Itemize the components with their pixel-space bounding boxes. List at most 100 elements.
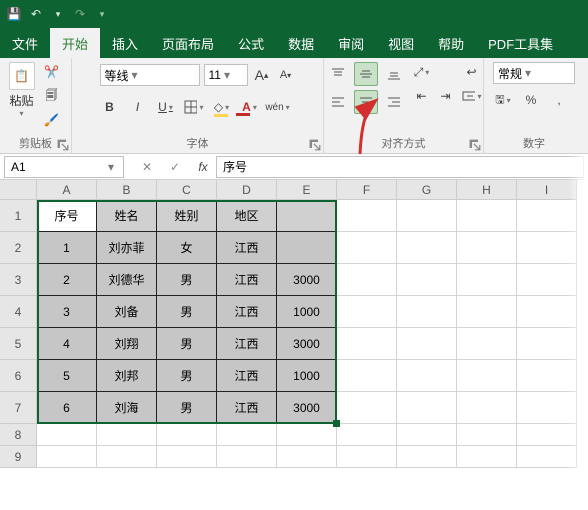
cell[interactable]: 3000 [277,392,337,424]
cell[interactable] [337,328,397,360]
comma-button[interactable]: , [549,90,569,110]
row-header[interactable]: 5 [0,328,37,360]
cell[interactable] [457,296,517,328]
decrease-font-icon[interactable]: A▾ [276,65,296,85]
cell[interactable]: 6 [37,392,97,424]
cut-icon[interactable]: ✂️ [41,62,63,82]
cell[interactable]: 姓名 [97,200,157,232]
cell[interactable]: 3000 [277,328,337,360]
cell[interactable] [457,232,517,264]
row-header[interactable]: 8 [0,424,37,446]
cell[interactable] [397,328,457,360]
orientation-button[interactable]: ⤢ [412,62,432,82]
row-header[interactable]: 7 [0,392,37,424]
row-header[interactable]: 4 [0,296,37,328]
cell[interactable] [457,264,517,296]
col-header[interactable]: E [277,180,337,200]
dialog-launcher-icon[interactable] [469,139,481,151]
number-format-select[interactable]: 常规▾ [493,62,575,84]
cell[interactable]: 男 [157,360,217,392]
cell[interactable] [217,424,277,446]
undo-icon[interactable]: ↶ [28,6,44,22]
cell[interactable]: 江西 [217,264,277,296]
increase-font-icon[interactable]: A▴ [252,65,272,85]
tab-help[interactable]: 帮助 [426,28,476,58]
cell[interactable] [157,446,217,468]
align-middle-icon[interactable] [354,62,378,86]
cell[interactable] [337,446,397,468]
cell[interactable]: 1000 [277,296,337,328]
cell[interactable] [277,424,337,446]
save-icon[interactable]: 💾 [6,6,22,22]
phonetic-button[interactable]: wén [268,97,288,117]
font-family-select[interactable]: 等线▾ [100,64,200,86]
font-color-button[interactable]: A [240,97,260,117]
cell[interactable]: 1 [37,232,97,264]
col-header[interactable]: G [397,180,457,200]
col-header[interactable]: F [337,180,397,200]
dialog-launcher-icon[interactable] [309,139,321,151]
align-bottom-icon[interactable] [382,62,406,86]
italic-button[interactable]: I [128,97,148,117]
cell[interactable]: 刘德华 [97,264,157,296]
cell[interactable]: 刘亦菲 [97,232,157,264]
tab-start[interactable]: 开始 [50,28,100,58]
cell[interactable] [397,232,457,264]
cell[interactable] [337,264,397,296]
font-size-select[interactable]: 11▾ [204,64,248,86]
cell[interactable]: 男 [157,264,217,296]
cell[interactable]: 3 [37,296,97,328]
qat-more-icon[interactable]: ▾ [94,6,110,22]
align-left-icon[interactable] [326,90,350,114]
cell[interactable] [457,424,517,446]
underline-button[interactable]: U [156,97,176,117]
bold-button[interactable]: B [100,97,120,117]
cell[interactable] [337,200,397,232]
align-center-icon[interactable] [354,90,378,114]
align-right-icon[interactable] [382,90,406,114]
tab-layout[interactable]: 页面布局 [150,28,226,58]
cell[interactable]: 江西 [217,296,277,328]
cell[interactable] [457,392,517,424]
cell[interactable] [457,200,517,232]
col-header[interactable]: C [157,180,217,200]
cell[interactable] [277,200,337,232]
percent-button[interactable]: % [521,90,541,110]
cell[interactable] [97,446,157,468]
cell[interactable]: 江西 [217,232,277,264]
cell[interactable]: 5 [37,360,97,392]
increase-indent-icon[interactable]: ⇥ [436,86,456,106]
wrap-text-button[interactable]: ↩ [462,62,482,82]
cell[interactable] [157,424,217,446]
cell[interactable]: 女 [157,232,217,264]
cell[interactable] [337,360,397,392]
format-painter-icon[interactable]: 🖌️ [41,110,63,130]
row-header[interactable]: 6 [0,360,37,392]
cancel-formula-icon[interactable]: ✕ [138,158,156,176]
tab-pdf[interactable]: PDF工具集 [476,28,565,58]
cell[interactable] [397,264,457,296]
cell[interactable] [397,200,457,232]
border-button[interactable] [184,97,204,117]
cell[interactable]: 刘海 [97,392,157,424]
cell[interactable]: 序号 [37,200,97,232]
tab-formula[interactable]: 公式 [226,28,276,58]
fill-handle[interactable] [333,420,340,427]
dialog-launcher-icon[interactable] [57,139,69,151]
cell[interactable]: 2 [37,264,97,296]
cell[interactable] [397,296,457,328]
cell[interactable]: 刘翔 [97,328,157,360]
cell[interactable] [457,360,517,392]
redo-icon[interactable]: ↷ [72,6,88,22]
select-all-corner[interactable] [0,180,37,200]
cell[interactable] [97,424,157,446]
cell[interactable]: 4 [37,328,97,360]
qat-dropdown-icon[interactable]: ▾ [50,6,66,22]
row-header[interactable]: 3 [0,264,37,296]
cell[interactable] [457,328,517,360]
cell[interactable] [277,232,337,264]
row-header[interactable]: 1 [0,200,37,232]
merge-button[interactable] [462,86,482,106]
cell[interactable]: 刘邦 [97,360,157,392]
copy-icon[interactable]: 🗐 [41,86,63,106]
